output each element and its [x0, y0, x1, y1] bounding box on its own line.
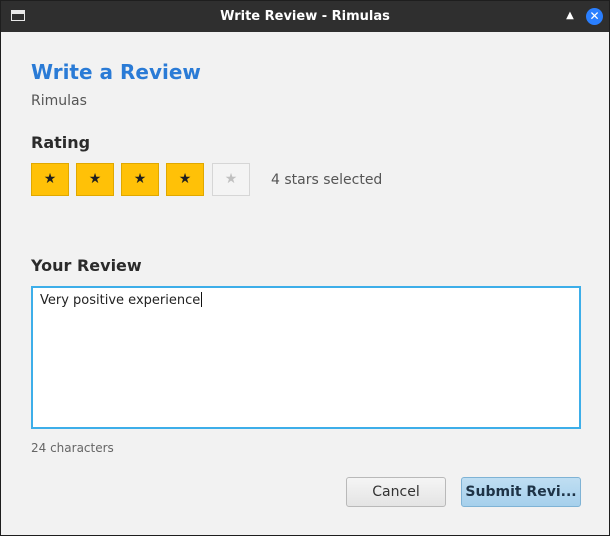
review-textarea[interactable]: Very positive experience	[31, 286, 581, 429]
submit-review-button[interactable]: Submit Revi...	[461, 477, 581, 507]
close-icon[interactable]: ✕	[586, 8, 603, 25]
character-count: 24 characters	[31, 441, 114, 455]
rating-label: Rating	[31, 133, 91, 152]
product-name: Rimulas	[31, 93, 87, 109]
window-title: Write Review - Rimulas	[220, 9, 390, 24]
review-dialog: Write Review - Rimulas ▲ ✕ Write a Revie…	[0, 0, 610, 536]
star-1-button[interactable]: ★	[31, 163, 69, 196]
rating-status: 4 stars selected	[271, 172, 383, 188]
text-caret	[201, 292, 203, 307]
star-5-button[interactable]: ★	[212, 163, 250, 196]
collapse-icon[interactable]: ▲	[563, 9, 577, 23]
cancel-button[interactable]: Cancel	[346, 477, 446, 507]
review-text: Very positive experience	[40, 293, 201, 308]
star-2-button[interactable]: ★	[76, 163, 114, 196]
review-label: Your Review	[31, 256, 142, 275]
title-bar: Write Review - Rimulas ▲ ✕	[1, 1, 609, 32]
star-3-button[interactable]: ★	[121, 163, 159, 196]
dialog-heading: Write a Review	[31, 60, 201, 84]
star-4-button[interactable]: ★	[166, 163, 204, 196]
